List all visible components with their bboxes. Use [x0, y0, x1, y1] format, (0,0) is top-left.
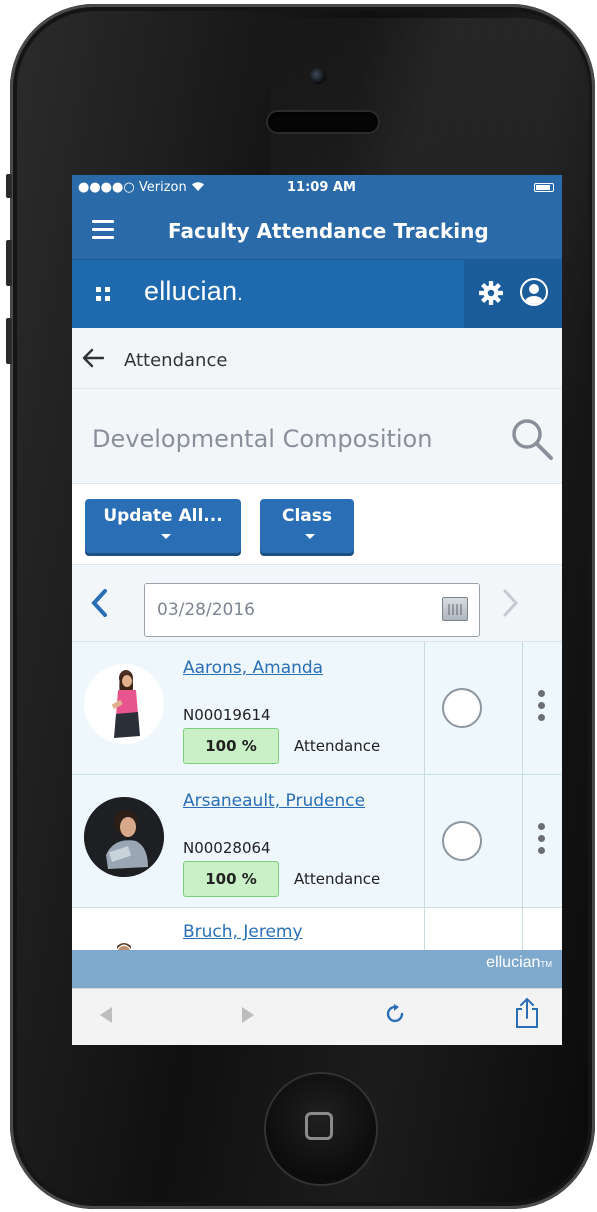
- divider: [522, 642, 523, 774]
- update-all-label: Update All...: [103, 506, 223, 526]
- divider: [522, 775, 523, 907]
- app-title: Faculty Attendance Tracking: [168, 219, 489, 243]
- student-list: Aarons, Amanda N00019614 100 % Attendanc…: [72, 642, 562, 1010]
- battery-icon: [534, 183, 554, 192]
- hamburger-menu-icon[interactable]: [92, 220, 114, 244]
- caret-down-icon: [161, 533, 171, 539]
- gear-icon[interactable]: [478, 280, 504, 306]
- brand-logo: ellucian.: [144, 276, 243, 306]
- front-camera: [310, 68, 326, 84]
- chevron-left-icon[interactable]: [90, 589, 108, 617]
- caret-down-icon: [305, 533, 315, 539]
- course-header: Developmental Composition: [72, 389, 562, 484]
- back-label[interactable]: Attendance: [124, 350, 227, 371]
- student-row: Arsaneault, Prudence N00028064 100 % Att…: [72, 775, 562, 908]
- brand-actions: [464, 260, 562, 328]
- calendar-icon[interactable]: [442, 597, 468, 621]
- footer-brand-bar: ellucianTM: [72, 950, 562, 988]
- footer-brand: ellucianTM: [486, 954, 552, 971]
- browser-toolbar: [72, 988, 562, 1045]
- attendance-badge: 100 %: [183, 728, 279, 764]
- status-time: 11:09 AM: [287, 180, 356, 195]
- home-button[interactable]: [266, 1074, 376, 1184]
- divider: [424, 775, 425, 907]
- earpiece-speaker: [268, 112, 378, 132]
- class-label: Class: [281, 506, 332, 526]
- browser-back-icon[interactable]: [100, 1007, 112, 1023]
- student-row: Aarons, Amanda N00019614 100 % Attendanc…: [72, 642, 562, 775]
- vertical-dots-icon[interactable]: [536, 823, 546, 859]
- reload-icon[interactable]: [384, 1003, 406, 1025]
- avatar: [84, 664, 164, 744]
- student-id: N00028064: [183, 839, 271, 857]
- user-icon[interactable]: [520, 278, 548, 306]
- search-icon[interactable]: [510, 417, 554, 461]
- back-navigation[interactable]: Attendance: [72, 328, 562, 389]
- update-all-button[interactable]: Update All...: [85, 499, 241, 553]
- brand-bar: ellucian.: [72, 259, 562, 328]
- mute-switch: [6, 174, 12, 198]
- student-id: N00019614: [183, 706, 271, 724]
- vertical-dots-icon[interactable]: [536, 690, 546, 726]
- volume-up-button: [6, 240, 12, 286]
- chevron-right-icon[interactable]: [502, 589, 520, 617]
- user-silhouette: [525, 284, 543, 304]
- attendance-label: Attendance: [294, 870, 381, 888]
- attendance-radio[interactable]: [442, 688, 482, 728]
- status-bar: ●●●●○ Verizon 11:09 AM: [72, 175, 562, 201]
- carrier-signal: ●●●●○ Verizon: [78, 180, 205, 195]
- phone-screen: ●●●●○ Verizon 11:09 AM Faculty Attendanc…: [72, 175, 562, 1045]
- volume-down-button: [6, 318, 12, 364]
- app-title-bar: Faculty Attendance Tracking: [72, 201, 562, 259]
- attendance-label: Attendance: [294, 737, 381, 755]
- browser-forward-icon[interactable]: [242, 1007, 254, 1023]
- student-name-link[interactable]: Arsaneault, Prudence: [183, 791, 365, 811]
- divider: [424, 642, 425, 774]
- student-name-link[interactable]: Aarons, Amanda: [183, 658, 323, 678]
- attendance-badge: 100 %: [183, 861, 279, 897]
- student-name-link[interactable]: Bruch, Jeremy: [183, 922, 303, 942]
- course-title: Developmental Composition: [92, 425, 433, 453]
- share-icon[interactable]: [514, 997, 540, 1029]
- date-input[interactable]: [144, 583, 480, 637]
- arrow-left-icon[interactable]: [82, 348, 104, 368]
- date-navigation: [72, 565, 562, 642]
- actions-toolbar: Update All... Class: [72, 484, 562, 565]
- wifi-icon: [191, 182, 204, 191]
- avatar: [84, 797, 164, 877]
- class-button[interactable]: Class: [260, 499, 354, 553]
- grid-icon[interactable]: [96, 287, 110, 301]
- attendance-radio[interactable]: [442, 821, 482, 861]
- home-square-icon: [305, 1112, 333, 1140]
